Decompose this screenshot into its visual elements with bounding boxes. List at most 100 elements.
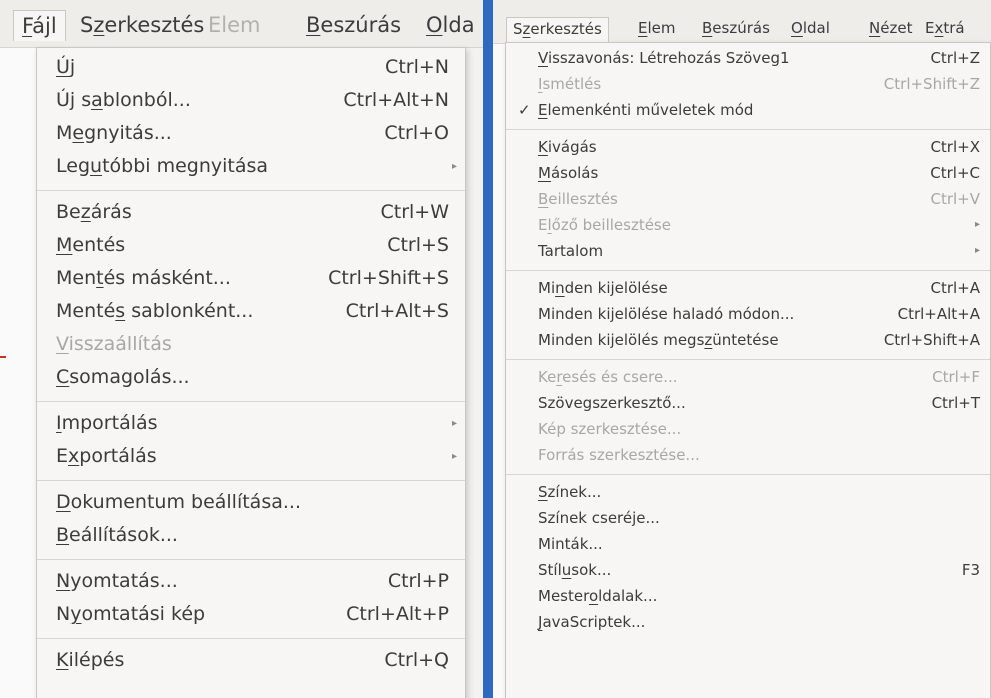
menu-item-mintak[interactable]: Minták...	[506, 531, 990, 557]
menubar-nezet[interactable]: Nézet	[863, 17, 918, 43]
menu-item-kereses-es-csere: Keresés és csere... Ctrl+F	[506, 364, 990, 390]
menu-item-dokumentum-beallitasa[interactable]: Dokumentum beállítása...	[37, 486, 465, 519]
menu-item-shortcut: Ctrl+X	[930, 138, 980, 156]
menubar-szerkesztes[interactable]: Szerkesztés	[506, 17, 609, 44]
menu-item-shortcut: Ctrl+O	[384, 122, 449, 144]
menu-item-label: Nyomtatási kép	[56, 603, 206, 625]
menu-item-label: Forrás szerkesztése...	[538, 446, 700, 464]
menu-item-label: Színek cseréje...	[538, 509, 660, 527]
menubar-beszuras[interactable]: Beszúrás	[696, 17, 776, 43]
menu-item-label: Elemenkénti műveletek mód	[538, 101, 754, 119]
document-canvas-left	[0, 47, 36, 698]
menu-item-label: Exportálás	[56, 445, 157, 467]
menubar-fajl[interactable]: Fájl	[13, 10, 66, 41]
menu-item-label: Ismétlés	[538, 75, 602, 93]
menu-separator	[37, 401, 465, 402]
menu-separator	[37, 480, 465, 481]
menu-item-stilusok[interactable]: Stílusok... F3	[506, 557, 990, 583]
menu-item-shortcut: Ctrl+T	[931, 394, 980, 412]
menu-item-mentes-maskent[interactable]: Mentés másként... Ctrl+Shift+S	[37, 262, 465, 295]
menu-item-shortcut: Ctrl+V	[930, 190, 980, 208]
menu-item-shortcut: Ctrl+Q	[384, 649, 449, 671]
menu-item-mesteroldalak[interactable]: Mesteroldalak...	[506, 583, 990, 609]
menu-item-label: Visszaállítás	[56, 333, 172, 355]
menu-item-masolas[interactable]: Másolás Ctrl+C	[506, 160, 990, 186]
menu-item-szovegszerkeszto[interactable]: Szövegszerkesztő... Ctrl+T	[506, 390, 990, 416]
menu-item-exportalas[interactable]: Exportálás ▸	[37, 440, 465, 473]
menu-item-shortcut: Ctrl+Shift+S	[328, 267, 449, 289]
menu-item-szinek[interactable]: Színek...	[506, 479, 990, 505]
file-menu-panel: Fájl Szerkesztés Elem Beszúrás Olda Új Ctrl+N…	[0, 0, 483, 698]
menu-item-label: Importálás	[56, 412, 158, 434]
menu-item-kivagas[interactable]: Kivágás Ctrl+X	[506, 134, 990, 160]
submenu-arrow-icon: ▸	[451, 418, 457, 429]
menu-item-uj[interactable]: Új Ctrl+N	[37, 51, 465, 84]
menu-item-label: Szövegszerkesztő...	[538, 394, 686, 412]
menu-item-szinek-csereje[interactable]: Színek cseréje...	[506, 505, 990, 531]
menu-item-elemenkenti-muveletek-mod[interactable]: ✓ Elemenkénti műveletek mód	[506, 97, 990, 123]
menu-item-minden-kijeloles-megszuntetese[interactable]: Minden kijelölés megszüntetése Ctrl+Shift…	[506, 327, 990, 353]
menu-item-javascriptek[interactable]: JavaScriptek...	[506, 609, 990, 635]
menu-item-visszavonas-letrehozas-szoveg1[interactable]: Visszavonás: Létrehozás Szöveg1 Ctrl+Z	[506, 45, 990, 71]
menu-item-shortcut: Ctrl+C	[930, 164, 980, 182]
menu-item-label: Előző beillesztése	[538, 216, 671, 234]
menu-item-label: Mentés	[56, 234, 126, 256]
menu-item-legutobbi-megnyitasa[interactable]: Legutóbbi megnyitása ▸	[37, 150, 465, 183]
menu-item-shortcut: Ctrl+Alt+A	[897, 305, 980, 323]
menu-item-label: Csomagolás...	[56, 366, 190, 388]
menu-item-minden-kijelolese-halado-modon[interactable]: Minden kijelölése haladó módon... Ctrl+Al…	[506, 301, 990, 327]
menu-item-shortcut: Ctrl+Alt+S	[345, 300, 449, 322]
menu-item-label: Minden kijelölés megszüntetése	[538, 331, 779, 349]
menu-item-label: Beállítások...	[56, 524, 178, 546]
menu-item-csomagolas[interactable]: Csomagolás...	[37, 361, 465, 394]
menu-item-bezaras[interactable]: Bezárás Ctrl+W	[37, 196, 465, 229]
menu-item-label: Tartalom	[538, 242, 604, 260]
menu-item-uj-sablonbol[interactable]: Új sablonból... Ctrl+Alt+N	[37, 84, 465, 117]
menubar-oldal[interactable]: Oldal	[785, 17, 836, 43]
menu-separator	[506, 359, 990, 360]
menubar-elem[interactable]: Elem	[632, 17, 682, 43]
menu-item-shortcut: Ctrl+Z	[930, 49, 980, 67]
menu-item-label: Minden kijelölése haladó módon...	[538, 305, 795, 323]
menu-item-beillesztes: Beillesztés Ctrl+V	[506, 186, 990, 212]
menu-item-mentes-sablonkent[interactable]: Mentés sablonként... Ctrl+Alt+S	[37, 295, 465, 328]
menubar-extra[interactable]: Extrá	[919, 17, 971, 43]
menu-item-nyomtatas[interactable]: Nyomtatás... Ctrl+P	[37, 565, 465, 598]
menu-item-kep-szerkesztese: Kép szerkesztése...	[506, 416, 990, 442]
menu-separator	[37, 638, 465, 639]
menubar-left: Fájl Szerkesztés Elem Beszúrás Olda	[0, 0, 483, 48]
menu-item-label: Másolás	[538, 164, 599, 182]
menu-item-ismetles: Ismétlés Ctrl+Shift+Z	[506, 71, 990, 97]
menu-item-kilepes[interactable]: Kilépés Ctrl+Q	[37, 644, 465, 677]
menu-item-label: Színek...	[538, 483, 602, 501]
menu-item-minden-kijelolese[interactable]: Minden kijelölése Ctrl+A	[506, 275, 990, 301]
menu-item-visszaallitas: Visszaállítás	[37, 328, 465, 361]
menu-item-megnyitas[interactable]: Megnyitás... Ctrl+O	[37, 117, 465, 150]
menu-item-label: Megnyitás...	[56, 122, 172, 144]
menu-separator	[506, 474, 990, 475]
menu-item-shortcut: Ctrl+A	[930, 279, 980, 297]
menu-item-label: Mentés sablonként...	[56, 300, 254, 322]
menu-item-label: Beillesztés	[538, 190, 618, 208]
menu-item-mentes[interactable]: Mentés Ctrl+S	[37, 229, 465, 262]
menubar-beszuras[interactable]: Beszúrás	[298, 10, 409, 40]
menu-item-shortcut: Ctrl+Alt+P	[346, 603, 449, 625]
menu-item-forras-szerkesztese: Forrás szerkesztése...	[506, 442, 990, 468]
menu-item-nyomtatasi-kep[interactable]: Nyomtatási kép Ctrl+Alt+P	[37, 598, 465, 631]
submenu-arrow-icon: ▸	[974, 245, 980, 256]
panel-divider	[483, 0, 493, 698]
menu-item-label: Keresés és csere...	[538, 368, 678, 386]
menubar-elem[interactable]: Elem	[200, 10, 268, 40]
menu-item-beallitasok[interactable]: Beállítások...	[37, 519, 465, 552]
menubar-szerkesztes[interactable]: Szerkesztés	[72, 10, 212, 40]
menu-item-label: Dokumentum beállítása...	[56, 491, 301, 513]
menu-item-importalas[interactable]: Importálás ▸	[37, 407, 465, 440]
edit-menu: Visszavonás: Létrehozás Szöveg1 Ctrl+Z Ism…	[505, 42, 991, 698]
menu-item-shortcut: Ctrl+W	[380, 201, 449, 223]
menubar-olda[interactable]: Olda	[418, 10, 483, 40]
menu-item-label: Új	[56, 56, 76, 78]
menu-separator	[37, 190, 465, 191]
menu-item-tartalom[interactable]: Tartalom ▸	[506, 238, 990, 264]
menu-item-elozo-beillesztese: Előző beillesztése ▸	[506, 212, 990, 238]
menu-item-label: Legutóbbi megnyitása	[56, 155, 269, 177]
